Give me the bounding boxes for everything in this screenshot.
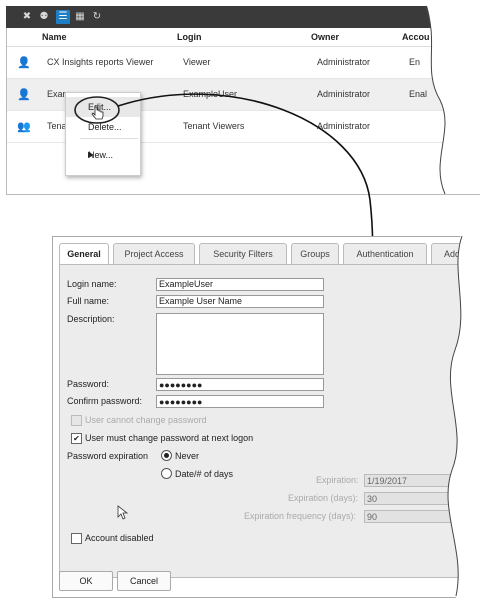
account-disabled-label: Account disabled xyxy=(85,533,154,543)
tab-authentication[interactable]: Authentication xyxy=(343,243,427,265)
login-name-field[interactable] xyxy=(156,278,324,291)
row-name: Exar xyxy=(47,89,66,99)
date-days-label: Date/# of days xyxy=(175,469,234,479)
expiration-days-label: Expiration (days): xyxy=(288,493,359,503)
expiration-frequency-field: 90 xyxy=(364,510,474,523)
row-name: CX Insights reports Viewer xyxy=(47,57,154,67)
user-editor-dialog: General Project Access Security Filters … xyxy=(52,236,480,598)
group-icon: 👥 xyxy=(17,121,31,133)
user-icon: 👤 xyxy=(17,57,31,69)
menu-divider xyxy=(80,138,138,139)
expiration-field: 1/19/2017 xyxy=(364,474,474,487)
description-label: Description: xyxy=(67,314,115,324)
tab-security-filters[interactable]: Security Filters xyxy=(199,243,287,265)
column-login-header[interactable]: Login xyxy=(177,32,202,42)
login-name-label: Login name: xyxy=(67,279,117,289)
row-extra: En xyxy=(409,57,421,67)
remove-user-icon[interactable]: ✖ xyxy=(20,10,34,24)
row-owner: Administrator xyxy=(317,57,371,67)
tab-groups[interactable]: Groups xyxy=(291,243,339,265)
row-login: ExampleUser xyxy=(183,89,238,99)
cannot-change-label: User cannot change password xyxy=(85,415,207,425)
context-menu: Edit... Delete... New... ▶ xyxy=(65,92,141,176)
expiration-label: Expiration: xyxy=(316,475,359,485)
password-label: Password: xyxy=(67,379,110,389)
date-days-radio[interactable] xyxy=(161,468,172,479)
ok-button[interactable]: OK xyxy=(59,571,113,591)
row-name: Tena xyxy=(47,121,67,131)
column-owner-header[interactable]: Owner xyxy=(311,32,339,42)
menu-item-new[interactable]: New... ▶ xyxy=(66,145,140,165)
refresh-icon[interactable]: ↻ xyxy=(90,10,104,24)
tab-general[interactable]: General xyxy=(59,243,109,265)
row-login: Tenant Viewers xyxy=(183,121,245,131)
column-account-header[interactable]: Accou xyxy=(402,32,430,42)
full-name-label: Full name: xyxy=(67,296,110,306)
row-owner: Administrator xyxy=(317,89,371,99)
never-radio[interactable] xyxy=(161,450,172,461)
must-change-checkbox[interactable]: ✔ xyxy=(71,433,82,444)
confirm-password-field[interactable]: ●●●●●●●● xyxy=(156,395,324,408)
table-row[interactable]: 👤 CX Insights reports Viewer Viewer Admi… xyxy=(7,47,480,79)
full-name-field[interactable] xyxy=(156,295,324,308)
column-name-header[interactable]: Name xyxy=(42,32,67,42)
row-owner: Administrator xyxy=(317,121,371,131)
password-expiration-label: Password expiration xyxy=(67,451,149,461)
add-user-icon[interactable]: ⚉ xyxy=(37,10,51,24)
user-icon: 👤 xyxy=(17,89,31,101)
submenu-arrow-icon: ▶ xyxy=(88,150,95,159)
pointer-cursor-icon xyxy=(117,505,129,520)
cannot-change-checkbox xyxy=(71,415,82,426)
toolbar: ✖ ⚉ ☰ ▦ ↻ xyxy=(6,6,480,28)
description-field[interactable] xyxy=(156,313,324,375)
must-change-label: User must change password at next logon xyxy=(85,433,254,443)
list-view-icon[interactable]: ☰ xyxy=(56,10,70,24)
row-extra: Enal xyxy=(409,89,428,99)
row-login: Viewer xyxy=(183,57,211,67)
grid-view-icon[interactable]: ▦ xyxy=(73,10,87,24)
menu-item-edit-label: Edit... xyxy=(88,102,112,112)
password-field[interactable]: ●●●●●●●● xyxy=(156,378,324,391)
expiration-days-field: 30 xyxy=(364,492,474,505)
confirm-password-label: Confirm password: xyxy=(67,396,143,406)
never-label: Never xyxy=(175,451,200,461)
tab-project-access[interactable]: Project Access xyxy=(113,243,195,265)
menu-item-edit[interactable]: Edit... xyxy=(66,97,140,117)
list-header: Name Login Owner Accou xyxy=(7,28,480,47)
menu-item-delete[interactable]: Delete... xyxy=(66,117,140,137)
menu-item-delete-label: Delete... xyxy=(88,122,122,132)
cancel-button[interactable]: Cancel xyxy=(117,571,171,591)
account-disabled-checkbox[interactable] xyxy=(71,533,82,544)
expiration-frequency-label: Expiration frequency (days): xyxy=(244,511,357,521)
general-panel: Login name: Full name: Description: Pass… xyxy=(59,264,480,578)
tab-add[interactable]: Add xyxy=(431,243,473,265)
